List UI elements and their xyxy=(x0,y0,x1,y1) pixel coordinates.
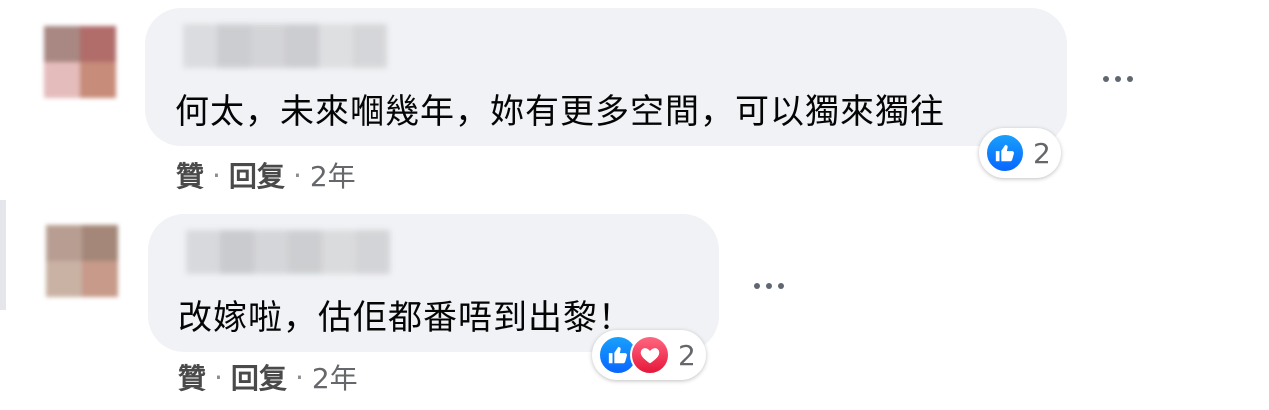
love-icon xyxy=(630,335,670,375)
separator-dot: · xyxy=(292,158,302,192)
reply-button[interactable]: 回复 xyxy=(229,155,285,195)
timestamp[interactable]: 2年 xyxy=(310,155,356,195)
comment-actions: 贊 · 回复 · 2年 xyxy=(178,357,358,397)
comment-text: 改嫁啦，估佢都番唔到出黎！ xyxy=(178,298,633,338)
comment-1: 何太，未來嗰幾年，妳有更多空間，可以獨來獨往 2 贊 · 回复 · 2年 xyxy=(0,0,1269,205)
avatar-pixel xyxy=(44,62,80,98)
like-button[interactable]: 贊 xyxy=(176,155,204,195)
author-name-blurred[interactable] xyxy=(186,230,390,274)
reaction-count: 2 xyxy=(678,338,696,372)
author-name-blurred[interactable] xyxy=(183,24,387,68)
like-button[interactable]: 贊 xyxy=(178,357,206,397)
comment-actions: 贊 · 回复 · 2年 xyxy=(176,155,356,195)
like-icon xyxy=(985,133,1025,173)
avatar-pixel xyxy=(46,225,82,261)
more-options-icon[interactable] xyxy=(1096,64,1140,94)
comment-2: 改嫁啦，估佢都番唔到出黎！ 2 贊 · 回复 · 2年 xyxy=(0,205,1269,410)
reaction-summary[interactable]: 2 xyxy=(979,128,1061,178)
timestamp[interactable]: 2年 xyxy=(312,357,358,397)
avatar-pixel xyxy=(80,62,116,98)
comment-bubble: 何太，未來嗰幾年，妳有更多空間，可以獨來獨往 xyxy=(145,8,1067,146)
separator-dot: · xyxy=(212,158,221,192)
reaction-summary[interactable]: 2 xyxy=(592,330,706,380)
avatar[interactable] xyxy=(46,225,118,297)
separator-dot: · xyxy=(214,360,223,394)
avatar-pixel xyxy=(46,261,82,297)
comment-text: 何太，未來嗰幾年，妳有更多空間，可以獨來獨往 xyxy=(175,92,945,132)
avatar-pixel xyxy=(44,26,80,62)
avatar-pixel xyxy=(80,26,116,62)
avatar-pixel xyxy=(82,225,118,261)
reaction-count: 2 xyxy=(1033,136,1051,170)
reply-button[interactable]: 回复 xyxy=(231,357,287,397)
more-options-icon[interactable] xyxy=(747,271,791,301)
separator-dot: · xyxy=(294,360,304,394)
avatar[interactable] xyxy=(44,26,116,98)
avatar-pixel xyxy=(82,261,118,297)
